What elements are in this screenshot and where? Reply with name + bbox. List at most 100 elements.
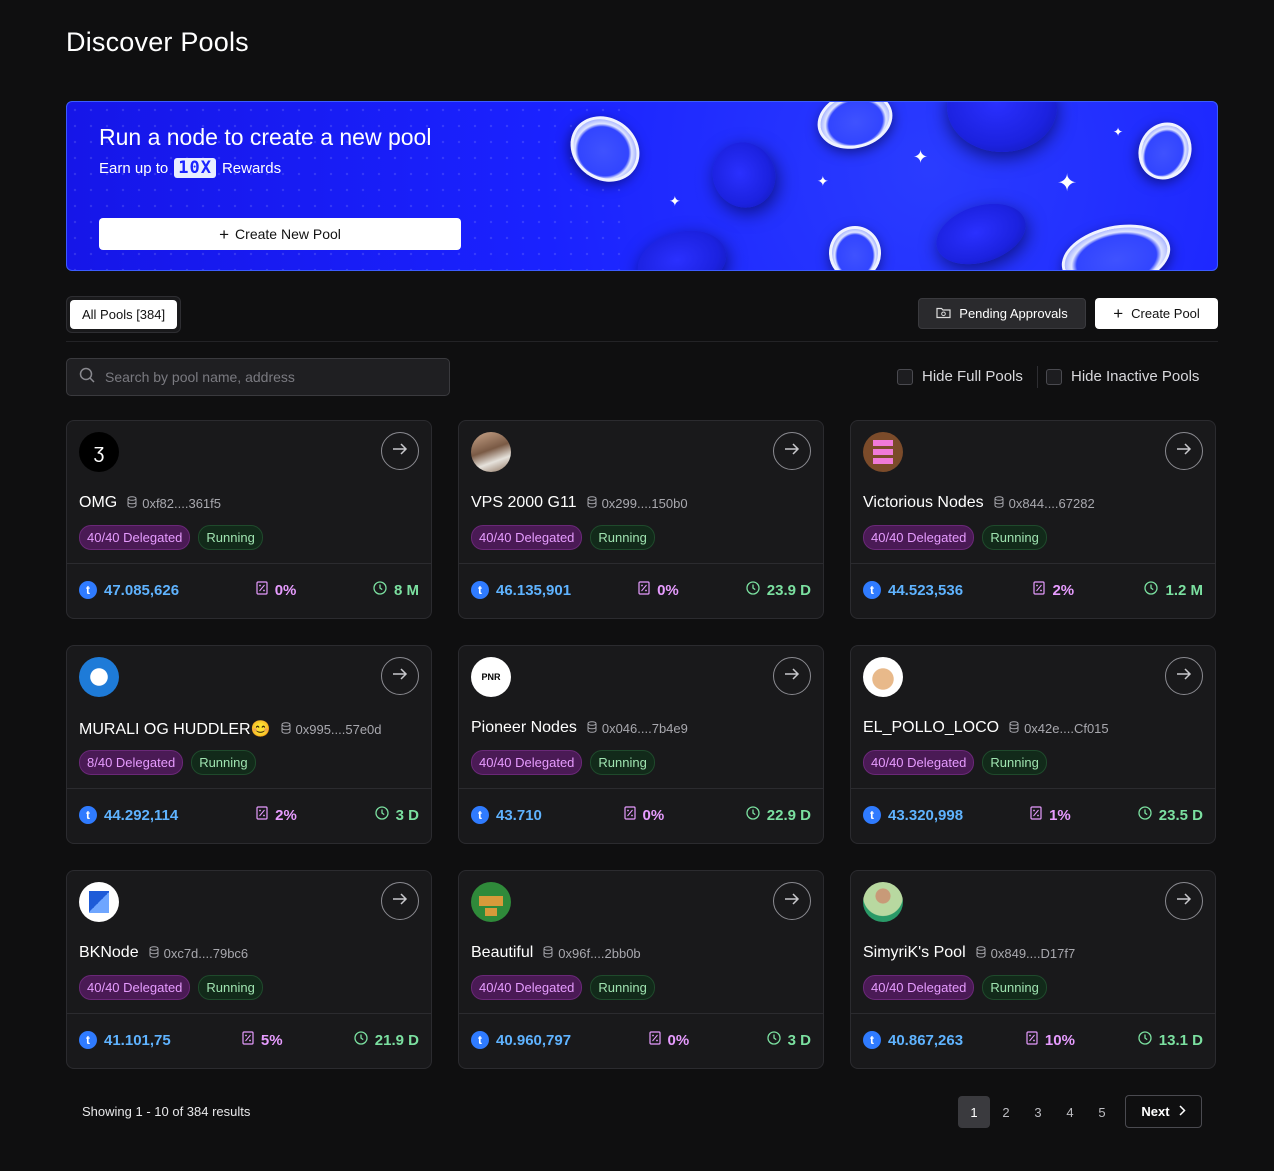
open-pool-button[interactable] [1165, 432, 1203, 470]
open-pool-button[interactable] [1165, 657, 1203, 695]
pool-card[interactable]: PNR Pioneer Nodes 0x046....7b4e9 40/40 D… [458, 645, 824, 844]
next-label: Next [1141, 1104, 1170, 1119]
pool-address[interactable]: 0xc7d....79bc6 [149, 945, 248, 961]
pool-card[interactable]: SimyriK's Pool 0x849....D17f7 40/40 Dele… [850, 870, 1216, 1069]
pool-address-text: 0x046....7b4e9 [601, 720, 688, 736]
arrow-right-icon [392, 892, 408, 910]
pending-approvals-button[interactable]: Pending Approvals [918, 298, 1086, 329]
pool-tabs: All Pools [384] [66, 296, 182, 333]
database-icon [1009, 720, 1019, 736]
open-pool-button[interactable] [381, 432, 419, 470]
tab-all-pools[interactable]: All Pools [384] [70, 300, 178, 329]
pool-address[interactable]: 0x046....7b4e9 [587, 721, 688, 736]
pagination: 1 2 3 4 5 [958, 1096, 1118, 1128]
percent-icon [648, 1031, 661, 1049]
filter-separator [1037, 366, 1038, 388]
database-icon [149, 945, 159, 961]
plus-icon: + [219, 224, 230, 244]
pool-address-text: 0x42e....Cf015 [1024, 720, 1109, 736]
pool-card[interactable]: EL_POLLO_LOCO 0x42e....Cf015 40/40 Deleg… [850, 645, 1216, 844]
coin-graphic [811, 102, 899, 157]
clock-icon [1138, 1031, 1152, 1049]
pool-address[interactable]: 0x849....D17f7 [976, 946, 1075, 961]
hide-inactive-pools-checkbox[interactable] [1046, 368, 1062, 385]
create-pool-button[interactable]: + Create Pool [1095, 298, 1218, 329]
open-pool-button[interactable] [1165, 882, 1203, 920]
hide-inactive-pools-label: Hide Inactive Pools [1071, 368, 1200, 385]
commission-value: 2% [275, 806, 297, 824]
token-icon: t [863, 581, 881, 599]
promo-banner: ✦ ✦ ✦ ✦ ✦ Run a node to create a new poo… [66, 101, 1218, 271]
arrow-right-icon [1176, 892, 1192, 910]
search-icon [79, 367, 95, 388]
pending-approvals-label: Pending Approvals [959, 306, 1068, 321]
page-button[interactable]: 4 [1054, 1096, 1086, 1128]
pool-address-text: 0x299....150b0 [601, 495, 688, 511]
open-pool-button[interactable] [773, 882, 811, 920]
pool-card[interactable]: Victorious Nodes 0x844....67282 40/40 De… [850, 420, 1216, 619]
database-icon [281, 721, 291, 737]
stake-value: 47.085,626 [104, 581, 180, 599]
page-button[interactable]: 5 [1086, 1096, 1118, 1128]
page-button[interactable]: 2 [990, 1096, 1022, 1128]
status-badge: Running [191, 750, 256, 775]
stake-value: 46.135,901 [496, 581, 572, 599]
commission-value: 5% [260, 1031, 283, 1049]
pool-address-text: 0x96f....2bb0b [558, 945, 641, 961]
sparkle-icon: ✦ [1113, 125, 1124, 139]
pool-address[interactable]: 0x844....67282 [994, 496, 1095, 511]
card-divider [67, 563, 431, 564]
page-button[interactable]: 3 [1022, 1096, 1054, 1128]
delegated-badge: 40/40 Delegated [471, 525, 583, 550]
open-pool-button[interactable] [773, 432, 811, 470]
pool-avatar [863, 882, 903, 922]
pool-address[interactable]: 0x96f....2bb0b [543, 945, 641, 961]
open-pool-button[interactable] [381, 657, 419, 695]
pool-address[interactable]: 0xf82....361f5 [127, 496, 221, 511]
database-icon [543, 945, 553, 961]
pool-avatar [471, 882, 511, 922]
stake-stat: t 44.292,114 [79, 806, 178, 824]
hide-inactive-pools-toggle[interactable]: Hide Inactive Pools [1046, 368, 1199, 385]
create-new-pool-label: Create New Pool [235, 226, 341, 242]
duration-stat: 22.9 D [746, 806, 811, 824]
pool-card[interactable]: MURALI OG HUDDLER😊 0x995....57e0d 8/40 D… [66, 645, 432, 844]
commission-value: 1% [1049, 806, 1071, 824]
next-page-button[interactable]: Next [1125, 1095, 1202, 1128]
arrow-right-icon [1176, 442, 1192, 460]
search-input[interactable] [103, 368, 427, 386]
pool-address[interactable]: 0x299....150b0 [587, 496, 688, 511]
pool-address-text: 0x844....67282 [1008, 495, 1095, 511]
open-pool-button[interactable] [773, 657, 811, 695]
hide-full-pools-toggle[interactable]: Hide Full Pools [897, 368, 1023, 385]
card-divider [459, 788, 823, 789]
stake-stat: t 46.135,901 [471, 581, 571, 599]
duration-value: 23.9 D [766, 581, 811, 599]
pool-card[interactable]: VPS 2000 G11 0x299....150b0 40/40 Delega… [458, 420, 824, 619]
delegated-badge: 40/40 Delegated [471, 750, 583, 775]
section-divider [66, 341, 1218, 342]
pool-avatar [471, 432, 511, 472]
stake-value: 44.523,536 [888, 581, 964, 599]
stake-value: 43.710 [496, 806, 542, 824]
clock-icon [354, 1031, 368, 1049]
duration-stat: 13.1 D [1138, 1031, 1203, 1049]
search-box [66, 358, 450, 396]
arrow-right-icon [784, 892, 800, 910]
commission-value: 2% [1052, 581, 1075, 599]
hide-full-pools-checkbox[interactable] [897, 368, 913, 385]
delegated-badge: 40/40 Delegated [471, 975, 583, 1000]
open-pool-button[interactable] [381, 882, 419, 920]
create-new-pool-button[interactable]: + Create New Pool [99, 218, 461, 250]
pool-address[interactable]: 0x995....57e0d [281, 722, 382, 737]
page-button[interactable]: 1 [958, 1096, 990, 1128]
pool-address[interactable]: 0x42e....Cf015 [1009, 721, 1109, 736]
pool-card[interactable]: Beautiful 0x96f....2bb0b 40/40 Delegated… [458, 870, 824, 1069]
duration-value: 13.1 D [1158, 1031, 1203, 1049]
duration-stat: 23.5 D [1138, 806, 1203, 824]
pool-card[interactable]: BKNode 0xc7d....79bc6 40/40 Delegated Ru… [66, 870, 432, 1069]
pool-avatar: PNR [471, 657, 511, 697]
page-title: Discover Pools [66, 27, 249, 57]
pool-card[interactable]: ʒ OMG 0xf82....361f5 40/40 Delegated Run… [66, 420, 432, 619]
stake-value: 41.101,75 [104, 1031, 171, 1049]
